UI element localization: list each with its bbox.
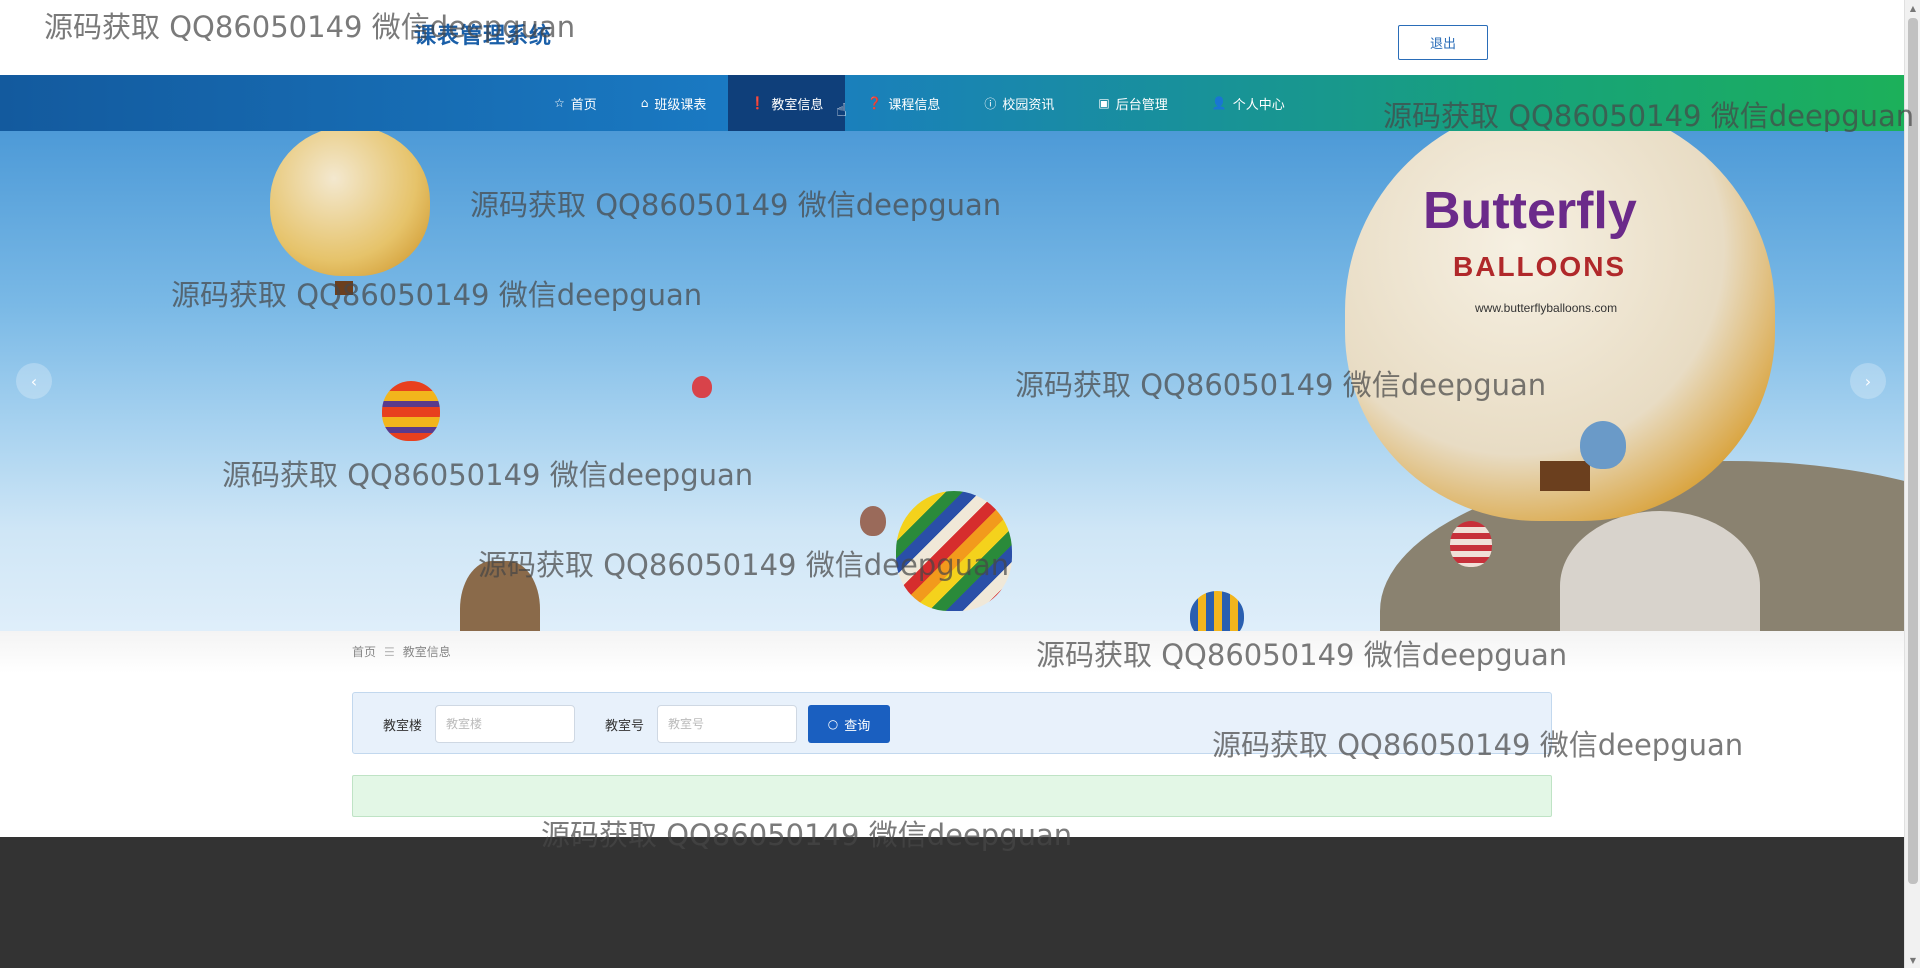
nav-item-class-schedule[interactable]: ⌂ 班级课表 — [619, 75, 729, 131]
room-label: 教室号 — [605, 719, 645, 734]
page-scrollbar[interactable]: ▲ ▼ — [1904, 0, 1920, 968]
header: 课表管理系统 退出 — [0, 0, 1904, 75]
nav-item-classroom-info[interactable]: ❗ 教室信息 — [728, 75, 846, 131]
result-area — [352, 775, 1552, 817]
balloon-rainbow — [896, 491, 1012, 611]
balloon-tiny — [692, 376, 712, 398]
user-icon: 👤 — [1211, 96, 1227, 110]
nav-item-label: 班级课表 — [654, 97, 707, 113]
carousel-prev-button[interactable]: ‹ — [16, 363, 52, 399]
nav-item-label: 个人中心 — [1232, 97, 1285, 113]
rock-left — [460, 561, 540, 631]
breadcrumb-bar: 首页 ☰ 教室信息 — [0, 631, 1904, 673]
nav-item-label: 教室信息 — [771, 97, 824, 113]
balloon-url: www.butterflyballoons.com — [1475, 301, 1618, 315]
banner-carousel: Butterfly BALLOONS www.butterflyballoons… — [0, 131, 1904, 631]
search-button[interactable]: ○ 查询 — [808, 705, 890, 743]
logout-button[interactable]: 退出 — [1398, 25, 1488, 60]
scroll-up-icon[interactable]: ▲ — [1905, 0, 1920, 16]
main-nav: ☆ 首页 ⌂ 班级课表 ❗ 教室信息 ❓ 课程信息 ⓘ 校园资讯 ▣ 后台管理 … — [0, 75, 1904, 131]
building-label: 教室楼 — [383, 719, 423, 734]
site-title: 课表管理系统 — [414, 24, 553, 49]
balloon-small — [1190, 591, 1244, 631]
breadcrumb-home-link[interactable]: 首页 — [352, 643, 376, 660]
nav-item-course-info[interactable]: ❓ 课程信息 — [845, 75, 962, 131]
scroll-down-icon[interactable]: ▼ — [1905, 952, 1920, 968]
info-icon: ❗ — [750, 96, 766, 110]
nav-item-admin[interactable]: ▣ 后台管理 — [1076, 75, 1189, 131]
balloon-tiny — [860, 506, 886, 536]
info-icon: ⓘ — [984, 96, 997, 111]
room-input[interactable] — [657, 705, 797, 743]
carousel-next-button[interactable]: › — [1850, 363, 1886, 399]
footer — [0, 837, 1904, 968]
nav-item-campus-news[interactable]: ⓘ 校园资讯 — [962, 75, 1076, 131]
balloon-text-1: Butterfly — [1423, 182, 1637, 240]
balloon-small — [1580, 421, 1626, 469]
balloon-basket — [1540, 461, 1590, 491]
mouse-cursor-icon: ☝ — [836, 100, 847, 121]
bag-icon: ⌂ — [640, 96, 649, 110]
scroll-thumb[interactable] — [1908, 18, 1918, 884]
breadcrumb: 首页 ☰ 教室信息 — [352, 643, 451, 660]
search-button-label: 查询 — [844, 718, 871, 734]
breadcrumb-separator-icon: ☰ — [384, 644, 395, 659]
nav-item-label: 后台管理 — [1115, 97, 1168, 113]
breadcrumb-current: 教室信息 — [402, 645, 451, 659]
search-form: 教室楼 教室号 ○ 查询 — [352, 692, 1552, 754]
building-icon: ▣ — [1098, 96, 1110, 110]
search-icon: ○ — [827, 717, 839, 731]
nav-item-label: 校园资讯 — [1002, 97, 1055, 113]
balloon-basket — [335, 281, 353, 295]
help-icon: ❓ — [867, 96, 883, 110]
balloon-text-2: BALLOONS — [1453, 251, 1627, 282]
nav-item-label: 课程信息 — [888, 97, 941, 113]
balloon-small — [382, 381, 440, 441]
nav-item-personal-center[interactable]: 👤 个人中心 — [1190, 75, 1307, 131]
star-icon: ☆ — [554, 96, 565, 110]
balloon-top-left — [270, 131, 430, 276]
nav-item-label: 首页 — [570, 97, 597, 113]
building-input[interactable] — [435, 705, 575, 743]
balloon-small — [1450, 521, 1492, 567]
nav-item-home[interactable]: ☆ 首页 — [532, 75, 619, 131]
